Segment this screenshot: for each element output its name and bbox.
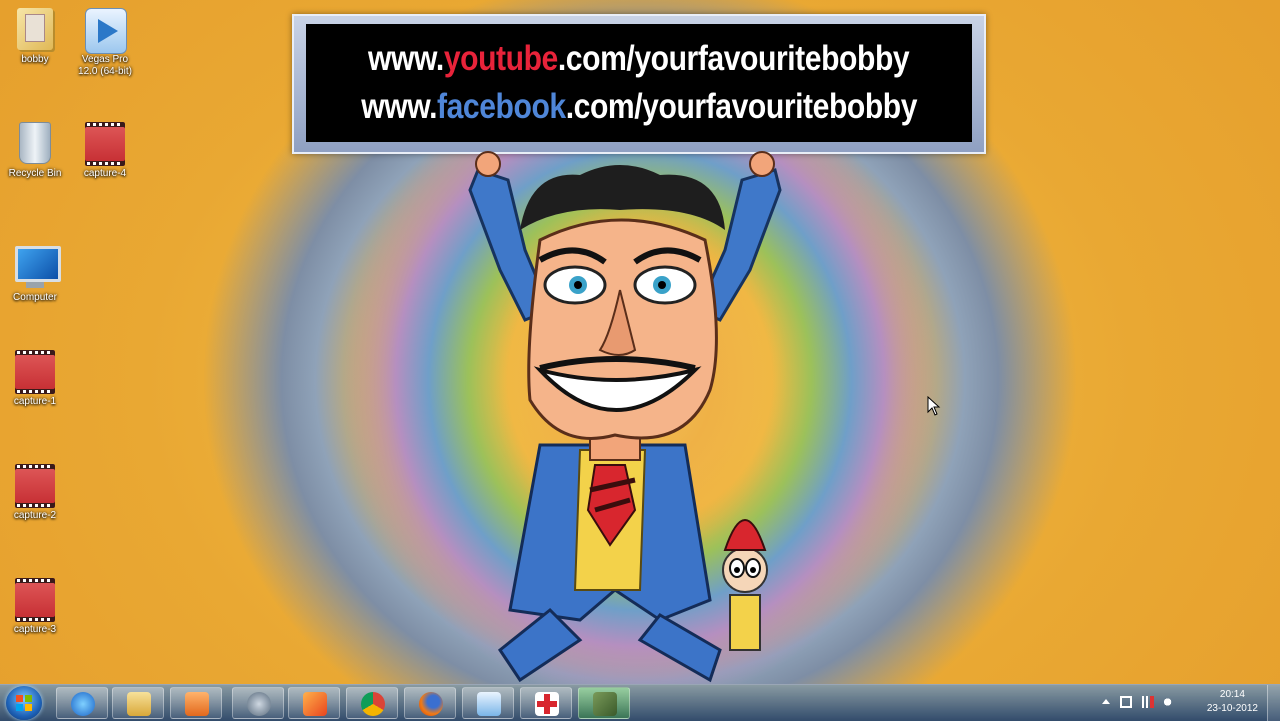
plus-app-icon (535, 692, 559, 716)
vegas-pro-icon (477, 692, 501, 716)
folder-icon (15, 8, 55, 52)
clock-date: 23-10-2012 (1206, 703, 1258, 714)
video-file-icon (15, 578, 55, 622)
clock-time: 20:14 (1219, 689, 1245, 700)
banner-facebook-url: www.facebook.com/yourfavouritebobby (361, 87, 917, 126)
taskbar-vegas-pro[interactable] (462, 687, 514, 719)
clock[interactable]: 20:14 23-10-2012 (1207, 688, 1258, 716)
taskbar-active-app[interactable] (578, 687, 630, 719)
desktop-icon-computer[interactable]: Computer (2, 242, 68, 304)
desktop-icon-label: capture-1 (13, 396, 57, 407)
desktop-icon-capture-2[interactable]: capture-2 (2, 464, 68, 522)
desktop-icon-vegas-pro[interactable]: Vegas Pro 12.0 (64-bit) (72, 8, 138, 78)
desktop-icon-capture-4[interactable]: capture-4 (72, 122, 138, 180)
taskbar-office[interactable] (288, 687, 340, 719)
taskbar-file-explorer[interactable] (112, 687, 164, 719)
desktop-icon-label: capture-4 (83, 168, 127, 179)
hp-icon (247, 692, 271, 716)
desktop-icon-capture-1[interactable]: capture-1 (2, 350, 68, 408)
start-button[interactable] (6, 686, 42, 720)
office-icon (303, 692, 327, 716)
taskbar-hp[interactable] (232, 687, 284, 719)
desktop-icon-capture-3[interactable]: capture-3 (2, 578, 68, 636)
recycle-bin-icon (15, 122, 55, 166)
banner-youtube-url: www.youtube.com/yourfavouritebobby (368, 39, 910, 78)
show-desktop-button[interactable] (1267, 685, 1280, 721)
wallpaper-caricature (468, 151, 782, 683)
video-file-icon (15, 350, 55, 394)
system-tray: 20:14 23-10-2012 (1100, 685, 1280, 721)
desktop[interactable]: bobby Vegas Pro 12.0 (64-bit) Recycle Bi… (0, 0, 1280, 684)
taskbar-media-player[interactable] (170, 687, 222, 719)
video-file-icon (85, 122, 125, 166)
taskbar-internet-explorer[interactable] (56, 687, 108, 719)
desktop-icon-bobby[interactable]: bobby (2, 8, 68, 66)
taskbar-firefox[interactable] (404, 687, 456, 719)
internet-explorer-icon (71, 692, 95, 716)
banner-board: www.youtube.com/yourfavouritebobby www.f… (306, 24, 972, 142)
volume-icon[interactable] (1164, 696, 1176, 708)
desktop-icon-label: capture-3 (13, 624, 57, 635)
safely-remove-icon[interactable] (1120, 696, 1132, 708)
media-player-icon (185, 692, 209, 716)
desktop-icon-label: capture-2 (13, 510, 57, 521)
desktop-icon-recycle-bin[interactable]: Recycle Bin (2, 122, 68, 180)
computer-icon (15, 246, 61, 290)
vegas-pro-icon (85, 8, 127, 54)
mouse-cursor-icon (927, 396, 941, 416)
desktop-icon-label: Vegas Pro 12.0 (64-bit) (78, 54, 132, 77)
wallpaper-banner: www.youtube.com/yourfavouritebobby www.f… (292, 14, 986, 154)
network-icon[interactable] (1142, 696, 1154, 708)
file-explorer-icon (127, 692, 151, 716)
taskbar: 20:14 23-10-2012 (0, 684, 1280, 721)
taskbar-plus-app[interactable] (520, 687, 572, 719)
windows-logo-icon (16, 695, 32, 711)
firefox-icon (419, 692, 443, 716)
taskbar-chrome[interactable] (346, 687, 398, 719)
desktop-icon-label: bobby (21, 54, 49, 65)
video-file-icon (15, 464, 55, 508)
show-hidden-icons-icon[interactable] (1102, 699, 1110, 704)
chrome-icon (361, 692, 385, 716)
desktop-icon-label: Computer (13, 292, 57, 303)
app-icon (593, 692, 617, 716)
desktop-icon-label: Recycle Bin (8, 168, 62, 179)
